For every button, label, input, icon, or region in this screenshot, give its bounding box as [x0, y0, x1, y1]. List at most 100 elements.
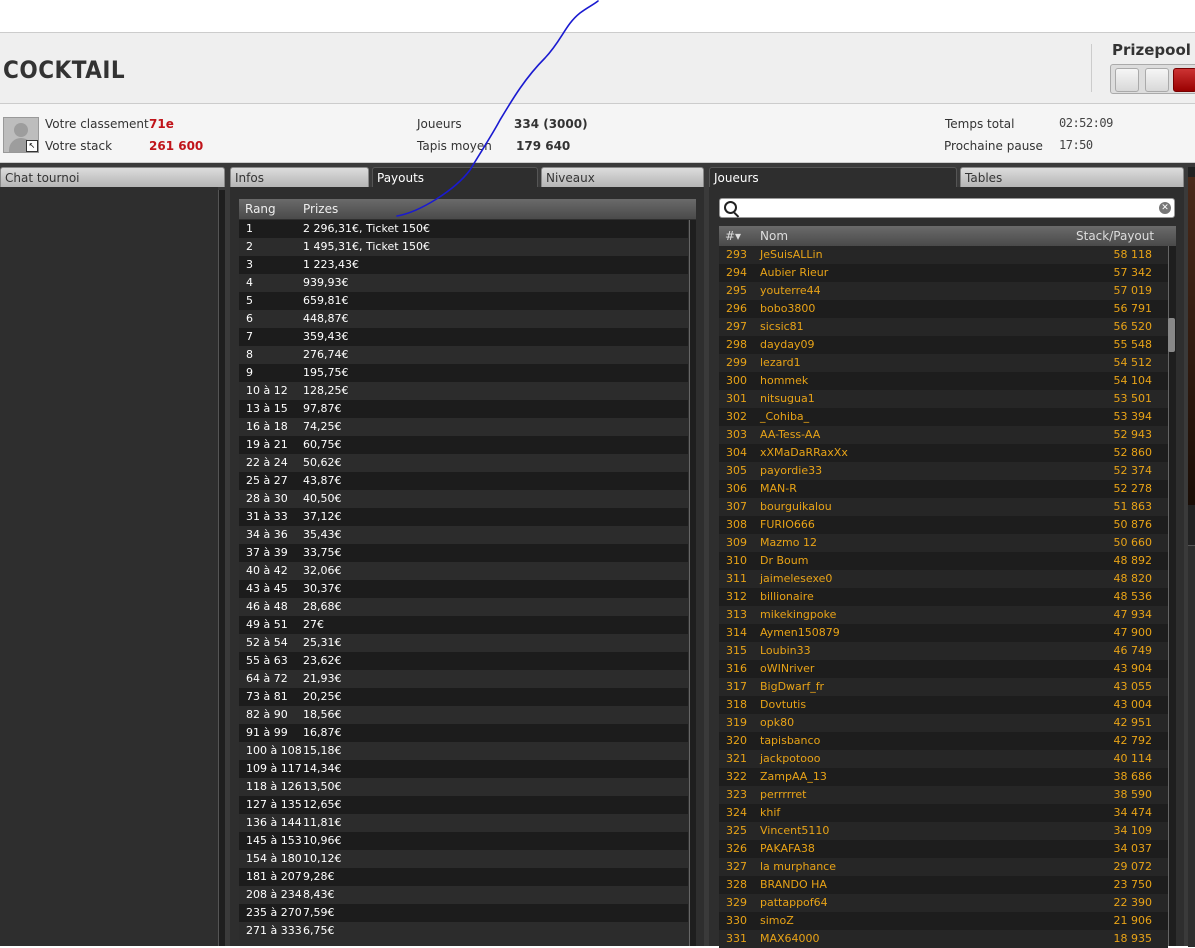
tab-niveaux[interactable]: Niveaux — [541, 167, 704, 187]
payout-rank: 235 à 270 — [246, 906, 302, 919]
player-stack: 52 860 — [1113, 446, 1153, 459]
player-row[interactable]: 314 Aymen150879 47 900 — [719, 624, 1168, 642]
player-name: xXMaDaRRaxXx — [760, 446, 848, 459]
player-row[interactable]: 316 oWINriver 43 904 — [719, 660, 1168, 678]
payout-row: 28 à 30 40,50€ — [239, 490, 688, 508]
player-position: 322 — [726, 770, 747, 783]
player-row[interactable]: 297 sicsic81 56 520 — [719, 318, 1168, 336]
player-row[interactable]: 311 jaimelesexe0 48 820 — [719, 570, 1168, 588]
prize-column-header[interactable]: Prizes — [303, 199, 338, 219]
player-row[interactable]: 307 bourguikalou 51 863 — [719, 498, 1168, 516]
player-row[interactable]: 318 Dovtutis 43 004 — [719, 696, 1168, 714]
player-row[interactable]: 330 simoZ 21 906 — [719, 912, 1168, 930]
player-row[interactable]: 329 pattappof64 22 390 — [719, 894, 1168, 912]
player-row[interactable]: 328 BRANDO HA 23 750 — [719, 876, 1168, 894]
players-header: #▾ Nom Stack/Payout — [719, 226, 1176, 246]
player-name: JeSuisALLin — [760, 248, 823, 261]
player-row[interactable]: 305 payordie33 52 374 — [719, 462, 1168, 480]
tab-payouts[interactable]: Payouts — [372, 167, 538, 187]
player-position: 323 — [726, 788, 747, 801]
player-row[interactable]: 321 jackpotooo 40 114 — [719, 750, 1168, 768]
player-row[interactable]: 322 ZampAA_13 38 686 — [719, 768, 1168, 786]
player-row[interactable]: 317 BigDwarf_fr 43 055 — [719, 678, 1168, 696]
player-row[interactable]: 300 hommek 54 104 — [719, 372, 1168, 390]
payout-rank: 271 à 333 — [246, 924, 302, 937]
player-row[interactable]: 299 lezard1 54 512 — [719, 354, 1168, 372]
avatar[interactable]: ↖ — [3, 117, 39, 153]
payout-row: 82 à 90 18,56€ — [239, 706, 688, 724]
player-row[interactable]: 293 JeSuisALLin 58 118 — [719, 246, 1168, 264]
player-row[interactable]: 301 nitsugua1 53 501 — [719, 390, 1168, 408]
player-row[interactable]: 324 khif 34 474 — [719, 804, 1168, 822]
name-column-header[interactable]: Nom — [760, 226, 788, 246]
tab-chat-tournoi[interactable]: Chat tournoi — [0, 167, 225, 187]
player-row[interactable]: 303 AA-Tess-AA 52 943 — [719, 426, 1168, 444]
player-row[interactable]: 319 opk80 42 951 — [719, 714, 1168, 732]
payout-rank: 73 à 81 — [246, 690, 288, 703]
player-row[interactable]: 313 mikekingpoke 47 934 — [719, 606, 1168, 624]
payout-prize: 8,43€ — [303, 888, 335, 901]
player-row[interactable]: 304 xXMaDaRRaxXx 52 860 — [719, 444, 1168, 462]
player-stack: 43 055 — [1113, 680, 1153, 693]
tab-tables[interactable]: Tables — [960, 167, 1184, 187]
player-row[interactable]: 325 Vincent5110 34 109 — [719, 822, 1168, 840]
payouts-scrollbar[interactable] — [689, 220, 696, 946]
payout-row: 3 1 223,43€ — [239, 256, 688, 274]
tab-joueurs[interactable]: Joueurs — [709, 167, 957, 187]
player-row[interactable]: 315 Loubin33 46 749 — [719, 642, 1168, 660]
player-row[interactable]: 310 Dr Boum 48 892 — [719, 552, 1168, 570]
player-row[interactable]: 298 dayday09 55 548 — [719, 336, 1168, 354]
player-row[interactable]: 294 Aubier Rieur 57 342 — [719, 264, 1168, 282]
payout-row: 46 à 48 28,68€ — [239, 598, 688, 616]
clear-search-icon[interactable]: ✕ — [1159, 202, 1171, 214]
player-search-box[interactable]: ✕ — [719, 198, 1175, 218]
stats-bar — [0, 104, 1195, 163]
payout-rank: 109 à 117 — [246, 762, 302, 775]
player-row[interactable]: 320 tapisbanco 42 792 — [719, 732, 1168, 750]
player-name: dayday09 — [760, 338, 815, 351]
rank-column-header[interactable]: Rang — [245, 199, 276, 219]
player-name: MAN-R — [760, 482, 797, 495]
payout-row: 34 à 36 35,43€ — [239, 526, 688, 544]
tab-infos[interactable]: Infos — [230, 167, 369, 187]
player-name: la murphance — [760, 860, 836, 873]
player-name: mikekingpoke — [760, 608, 837, 621]
player-stack: 50 660 — [1113, 536, 1153, 549]
player-row[interactable]: 327 la murphance 29 072 — [719, 858, 1168, 876]
player-stack: 50 876 — [1113, 518, 1153, 531]
players-scrollbar-thumb[interactable] — [1168, 318, 1175, 352]
payout-rank: 91 à 99 — [246, 726, 288, 739]
player-position: 298 — [726, 338, 747, 351]
stack-column-header[interactable]: Stack/Payout — [1076, 226, 1154, 246]
player-row[interactable]: 326 PAKAFA38 34 037 — [719, 840, 1168, 858]
player-row[interactable]: 312 billionaire 48 536 — [719, 588, 1168, 606]
player-position: 324 — [726, 806, 747, 819]
player-position: 300 — [726, 374, 747, 387]
player-stack: 57 019 — [1113, 284, 1153, 297]
player-stack: 52 374 — [1113, 464, 1153, 477]
player-stack: 56 520 — [1113, 320, 1153, 333]
expand-icon[interactable]: ↖ — [26, 140, 38, 152]
player-row[interactable]: 302 _Cohiba_ 53 394 — [719, 408, 1168, 426]
player-name: pattappof64 — [760, 896, 828, 909]
player-row[interactable]: 331 MAX64000 18 935 — [719, 930, 1168, 948]
payout-prize: 16,87€ — [303, 726, 342, 739]
payout-prize: 37,12€ — [303, 510, 342, 523]
payout-rank: 19 à 21 — [246, 438, 288, 451]
player-row[interactable]: 295 youterre44 57 019 — [719, 282, 1168, 300]
player-row[interactable]: 296 bobo3800 56 791 — [719, 300, 1168, 318]
search-input[interactable] — [742, 200, 1156, 218]
payout-prize: 1 495,31€, Ticket 150€ — [303, 240, 431, 253]
player-row[interactable]: 323 perrrrret 38 590 — [719, 786, 1168, 804]
payout-row: 10 à 12 128,25€ — [239, 382, 688, 400]
players-table: 293 JeSuisALLin 58 118 294 Aubier Rieur 57 34… — [719, 246, 1168, 948]
player-row[interactable]: 308 FURIO666 50 876 — [719, 516, 1168, 534]
payout-prize: 20,25€ — [303, 690, 342, 703]
number-column-header[interactable]: #▾ — [725, 226, 741, 246]
player-stack: 46 749 — [1113, 644, 1153, 657]
player-position: 297 — [726, 320, 747, 333]
player-row[interactable]: 306 MAN-R 52 278 — [719, 480, 1168, 498]
player-row[interactable]: 309 Mazmo 12 50 660 — [719, 534, 1168, 552]
payout-prize: 40,50€ — [303, 492, 342, 505]
chat-scrollbar[interactable] — [218, 190, 225, 946]
